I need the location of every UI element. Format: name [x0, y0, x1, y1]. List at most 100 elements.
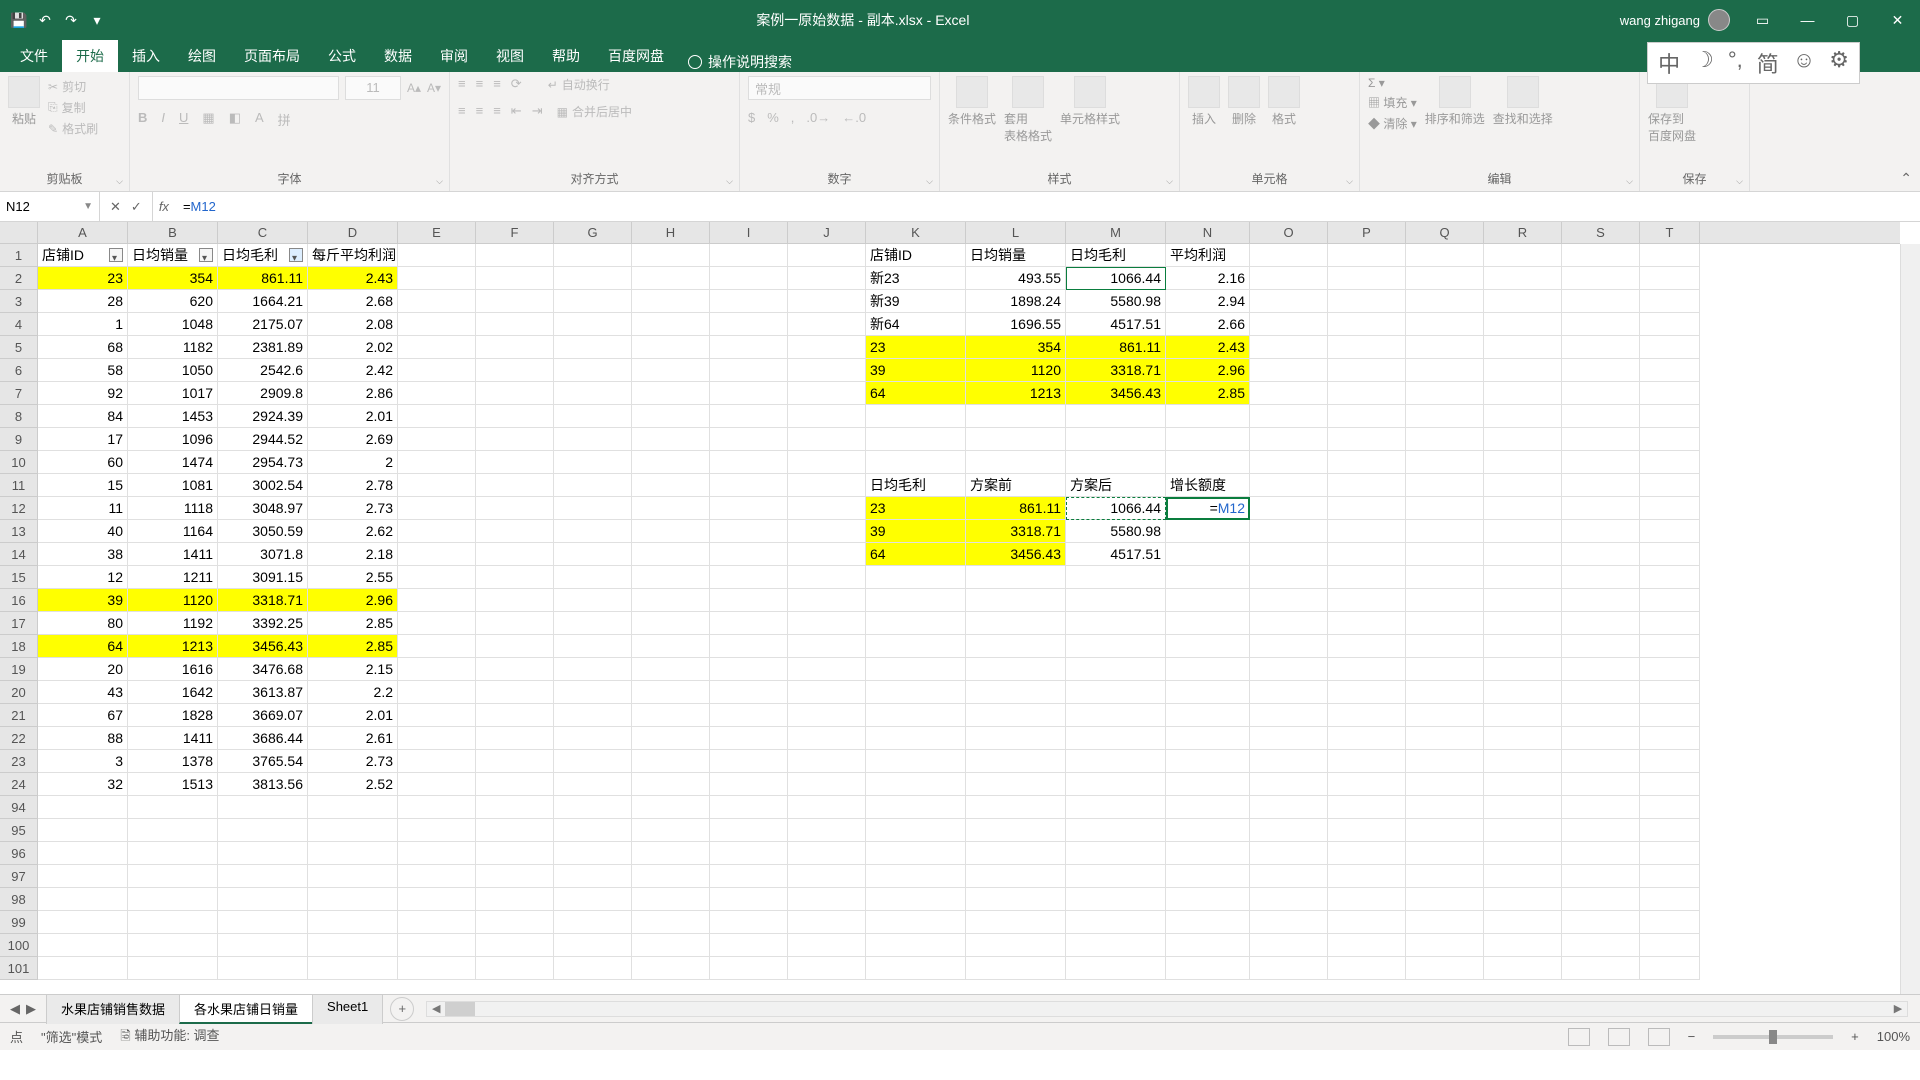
cell[interactable] — [1484, 865, 1562, 888]
horizontal-scrollbar[interactable]: ◀ ▶ — [426, 1001, 1908, 1017]
cell[interactable]: 1828 — [128, 704, 218, 727]
copy-button[interactable]: ⎘ 复制 — [48, 99, 98, 116]
cell[interactable] — [1640, 336, 1700, 359]
view-layout-icon[interactable] — [1608, 1028, 1630, 1046]
tab-文件[interactable]: 文件 — [6, 40, 62, 72]
cell[interactable] — [1328, 313, 1406, 336]
cell[interactable] — [1066, 819, 1166, 842]
cell[interactable]: 2.42 — [308, 359, 398, 382]
format-cells-button[interactable]: 格式 — [1268, 76, 1300, 127]
cell[interactable] — [128, 888, 218, 911]
align-center-icon[interactable]: ≡ — [476, 103, 484, 120]
cell[interactable] — [1640, 405, 1700, 428]
cell[interactable] — [632, 290, 710, 313]
cell[interactable] — [38, 796, 128, 819]
cell[interactable] — [308, 842, 398, 865]
cell[interactable]: 2.96 — [1166, 359, 1250, 382]
cell[interactable] — [1066, 681, 1166, 704]
cell[interactable] — [128, 842, 218, 865]
cell[interactable] — [1406, 773, 1484, 796]
row-header-101[interactable]: 101 — [0, 957, 38, 980]
cell[interactable] — [1562, 290, 1640, 313]
cell[interactable] — [476, 451, 554, 474]
name-box[interactable]: N12 ▼ — [0, 192, 100, 221]
cell[interactable] — [1640, 244, 1700, 267]
cell[interactable] — [398, 290, 476, 313]
cell[interactable]: 493.55 — [966, 267, 1066, 290]
cell[interactable] — [398, 336, 476, 359]
align-middle-icon[interactable]: ≡ — [476, 76, 484, 93]
cell[interactable] — [554, 796, 632, 819]
cell[interactable] — [1484, 520, 1562, 543]
cell[interactable] — [1250, 773, 1328, 796]
cell[interactable]: 5580.98 — [1066, 520, 1166, 543]
shrink-font-icon[interactable]: A▾ — [427, 76, 441, 100]
cell[interactable] — [1328, 658, 1406, 681]
cell[interactable] — [476, 612, 554, 635]
cell[interactable] — [398, 244, 476, 267]
cell[interactable]: 1096 — [128, 428, 218, 451]
cell[interactable] — [1328, 796, 1406, 819]
cell[interactable] — [1640, 474, 1700, 497]
cell[interactable] — [1406, 313, 1484, 336]
cell[interactable] — [1406, 428, 1484, 451]
cell[interactable] — [1166, 405, 1250, 428]
cell[interactable] — [710, 957, 788, 980]
cell[interactable] — [1640, 658, 1700, 681]
row-header-16[interactable]: 16 — [0, 589, 38, 612]
cell[interactable] — [788, 888, 866, 911]
cell[interactable] — [398, 727, 476, 750]
cell[interactable] — [554, 658, 632, 681]
cell[interactable] — [1406, 543, 1484, 566]
add-sheet-button[interactable]: + — [390, 997, 414, 1021]
row-header-12[interactable]: 12 — [0, 497, 38, 520]
helper-degree-icon[interactable]: °, — [1728, 47, 1743, 79]
col-header-I[interactable]: I — [710, 222, 788, 243]
cell[interactable] — [710, 474, 788, 497]
row-header-22[interactable]: 22 — [0, 727, 38, 750]
cell[interactable] — [1066, 405, 1166, 428]
cell[interactable]: 5580.98 — [1066, 290, 1166, 313]
cell[interactable] — [398, 934, 476, 957]
cell[interactable]: 2.16 — [1166, 267, 1250, 290]
cell[interactable] — [308, 819, 398, 842]
row-header-99[interactable]: 99 — [0, 911, 38, 934]
cell[interactable] — [218, 819, 308, 842]
formula-input[interactable]: =M12 — [175, 199, 1920, 214]
cell[interactable] — [554, 474, 632, 497]
cell[interactable] — [1484, 911, 1562, 934]
cell[interactable]: 12 — [38, 566, 128, 589]
cell[interactable] — [966, 750, 1066, 773]
cell[interactable]: 1898.24 — [966, 290, 1066, 313]
cell[interactable] — [788, 543, 866, 566]
cell[interactable] — [632, 543, 710, 566]
cell[interactable] — [1166, 819, 1250, 842]
cell[interactable] — [966, 428, 1066, 451]
cell[interactable] — [476, 704, 554, 727]
cell[interactable] — [710, 589, 788, 612]
cell[interactable] — [1250, 543, 1328, 566]
cell[interactable] — [1484, 704, 1562, 727]
tab-视图[interactable]: 视图 — [482, 40, 538, 72]
cell[interactable] — [1406, 405, 1484, 428]
filter-icon[interactable] — [199, 248, 213, 262]
cell[interactable] — [788, 934, 866, 957]
cell[interactable]: 2.01 — [308, 704, 398, 727]
cell[interactable] — [788, 957, 866, 980]
cell[interactable] — [1250, 934, 1328, 957]
cell[interactable] — [1640, 290, 1700, 313]
cell[interactable]: 平均利润 — [1166, 244, 1250, 267]
cell[interactable]: 23 — [866, 497, 966, 520]
cell[interactable] — [710, 842, 788, 865]
cell[interactable]: 40 — [38, 520, 128, 543]
cell[interactable] — [398, 612, 476, 635]
cell[interactable] — [1562, 819, 1640, 842]
cell[interactable] — [1250, 359, 1328, 382]
cell[interactable] — [966, 819, 1066, 842]
cell[interactable] — [866, 727, 966, 750]
cell[interactable] — [966, 681, 1066, 704]
cell[interactable] — [1166, 957, 1250, 980]
cell[interactable] — [38, 842, 128, 865]
cell[interactable] — [1640, 888, 1700, 911]
cell[interactable] — [1328, 290, 1406, 313]
